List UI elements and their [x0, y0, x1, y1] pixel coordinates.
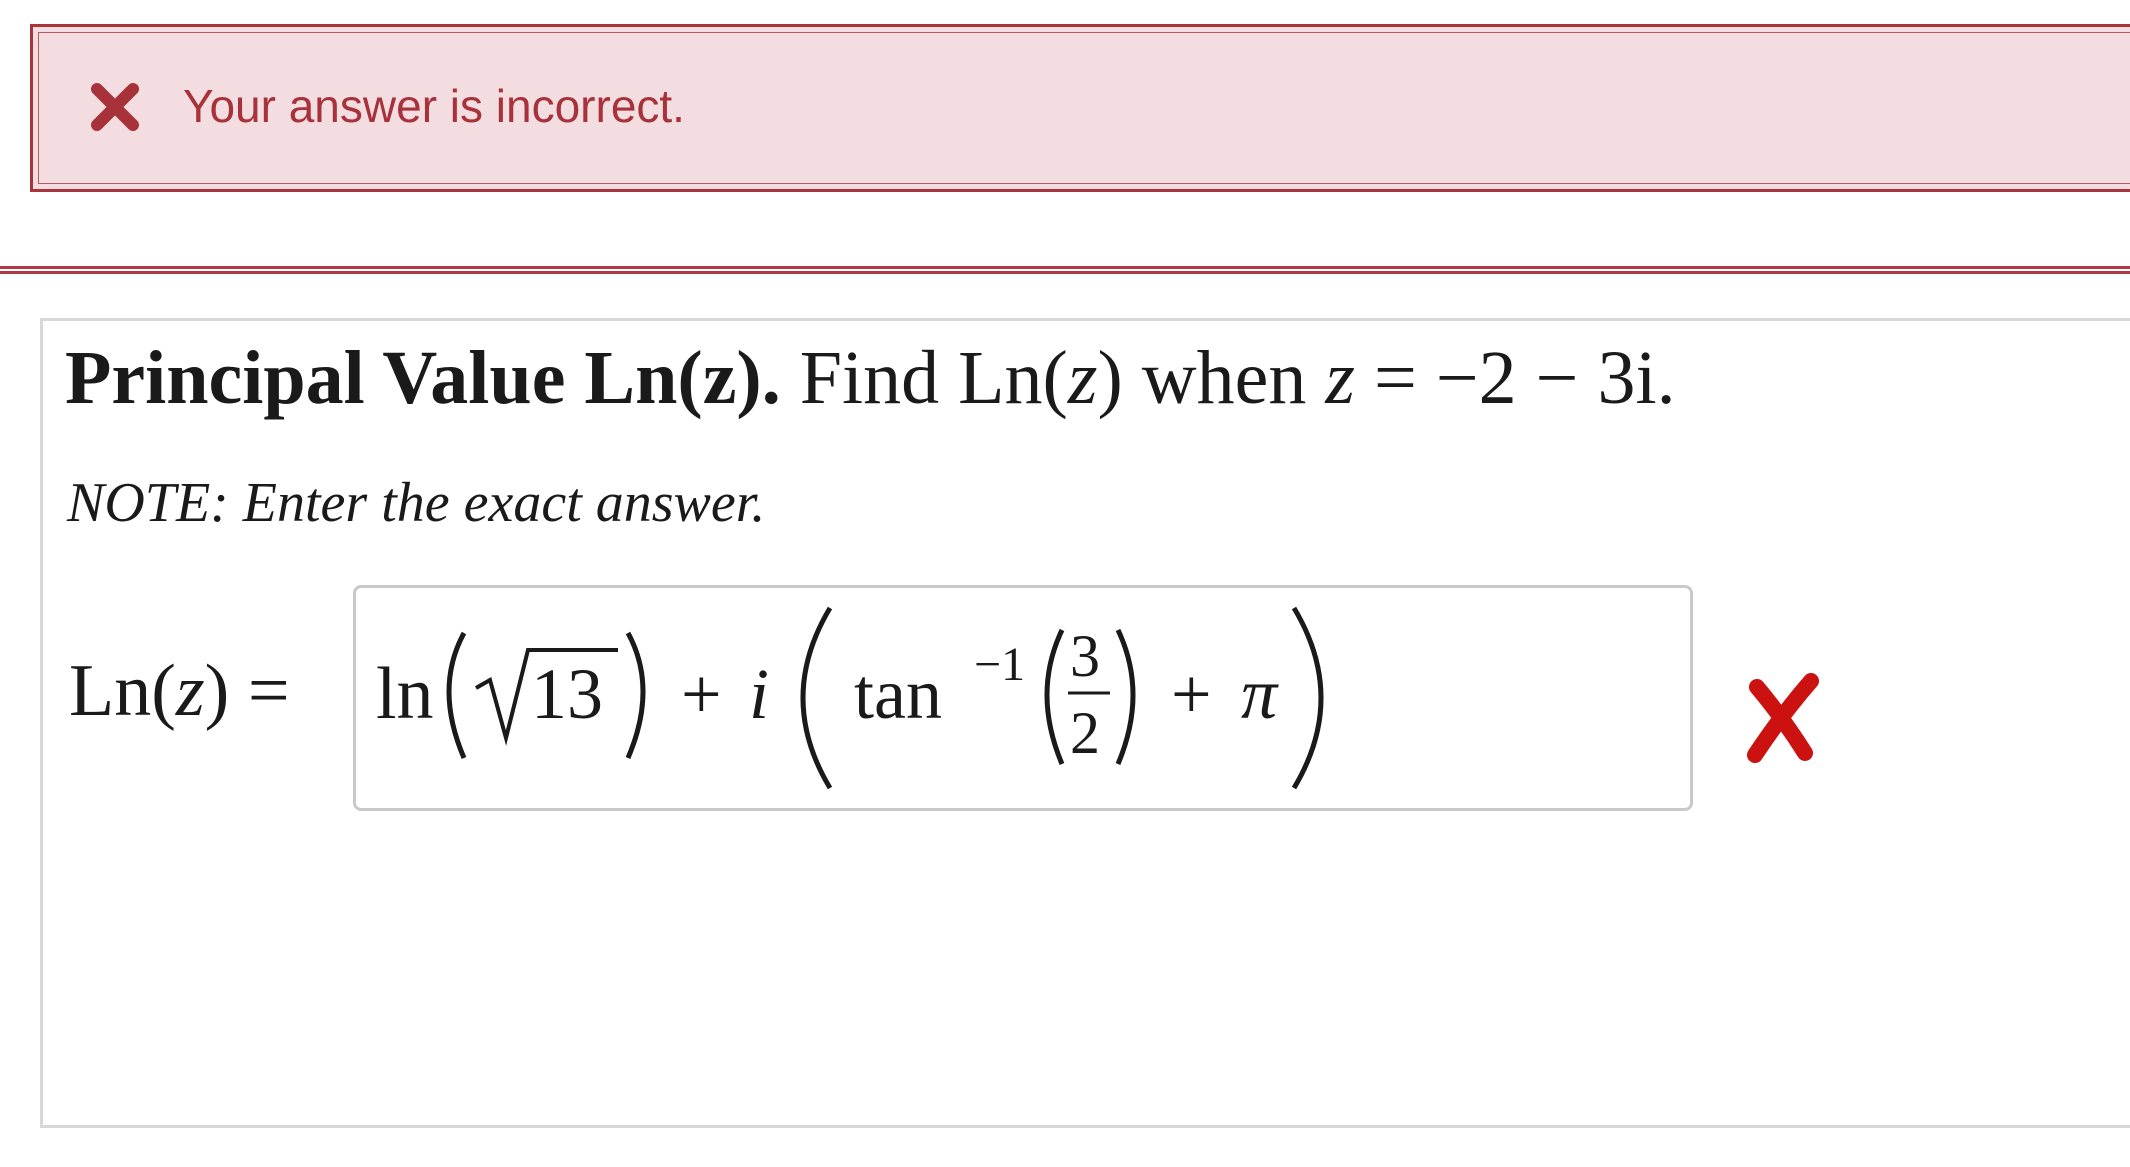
question-title-var: z	[1067, 336, 1098, 420]
math-ln: ln	[376, 653, 434, 735]
answer-input[interactable]: ln 13 + i tan −1 3 2 + π	[353, 585, 1693, 811]
math-paren-left-1	[446, 631, 467, 759]
math-paren-right-1	[625, 631, 646, 759]
math-pi: π	[1241, 654, 1279, 734]
answer-label-var: z	[175, 650, 205, 732]
section-divider	[0, 266, 2130, 274]
feedback-message: Your answer is incorrect.	[183, 80, 685, 132]
math-numerator: 3	[1070, 623, 1100, 689]
math-paren-right-2	[1291, 606, 1324, 790]
answer-label: Ln(z) =	[69, 649, 290, 734]
question-title-suffix: = −2 − 3i.	[1354, 336, 1676, 420]
question-title: Principal Value Ln(z). Find Ln(z) when z…	[65, 335, 1676, 422]
feedback-alert: Your answer is incorrect.	[30, 24, 2130, 192]
math-paren-left-2	[800, 606, 833, 790]
math-paren-right-3	[1115, 628, 1136, 765]
question-title-mid: ) when	[1097, 336, 1326, 420]
math-plus-2: +	[1171, 654, 1212, 734]
math-paren-left-3	[1044, 628, 1065, 765]
answer-math: ln 13 + i tan −1 3 2 + π	[376, 606, 1324, 790]
question-note: NOTE: Enter the exact answer.	[67, 472, 766, 534]
question-panel: Principal Value Ln(z). Find Ln(z) when z…	[40, 318, 2130, 1128]
math-denominator: 2	[1070, 700, 1100, 766]
red-x-icon	[1747, 673, 1819, 763]
question-title-var2: z	[1325, 336, 1355, 420]
question-title-bold: Principal Value Ln(z).	[65, 336, 781, 420]
answer-label-prefix: Ln(	[69, 650, 176, 732]
answer-label-suffix: ) =	[204, 650, 290, 732]
math-i: i	[749, 654, 769, 734]
math-exponent: −1	[974, 638, 1025, 691]
math-plus-1: +	[681, 654, 722, 734]
question-title-prefix: Find Ln(	[780, 336, 1068, 420]
math-sqrt-arg: 13	[531, 654, 603, 734]
x-icon	[91, 83, 139, 131]
math-tan: tan	[854, 654, 942, 734]
